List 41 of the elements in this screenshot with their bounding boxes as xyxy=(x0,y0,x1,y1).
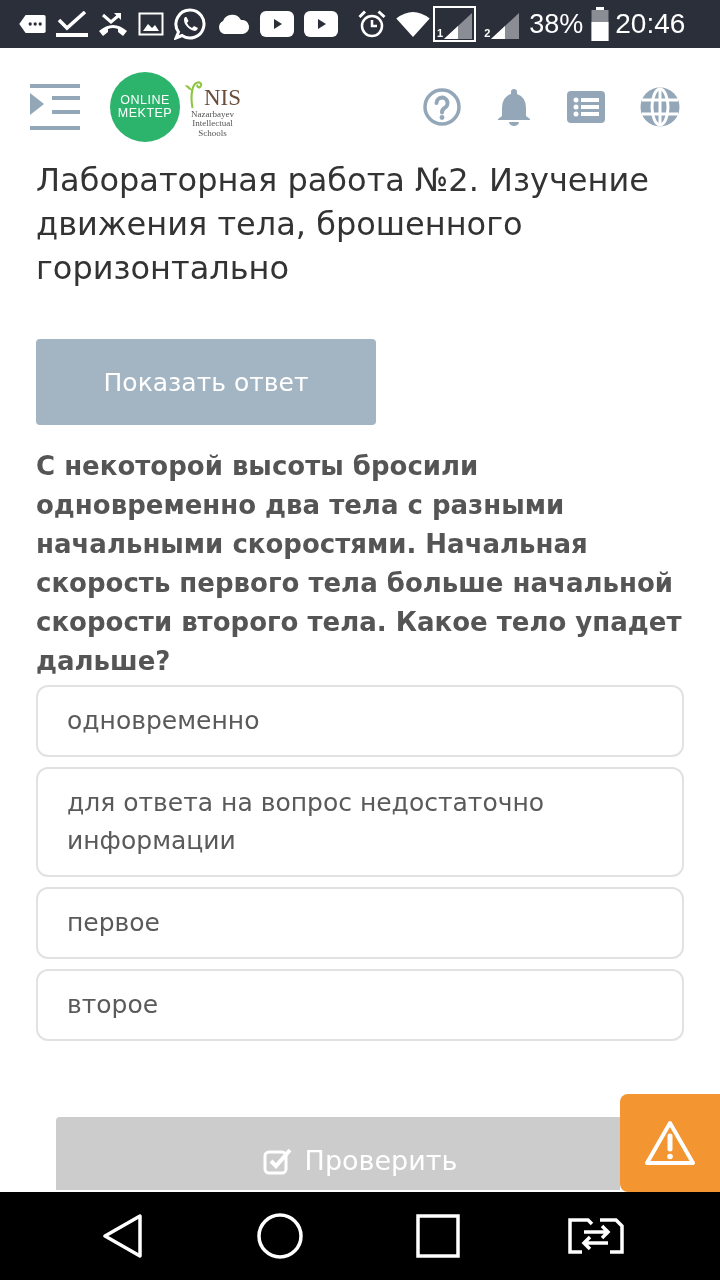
checkbox-icon xyxy=(262,1146,293,1175)
globe-icon[interactable] xyxy=(640,87,680,127)
logo-text: NIS xyxy=(204,85,242,110)
signal-icon xyxy=(491,13,520,39)
help-icon[interactable] xyxy=(423,88,461,126)
clock-time: 20:46 xyxy=(615,8,686,40)
answer-option[interactable]: для ответа на вопрос недостаточно информации xyxy=(36,767,684,877)
answer-option[interactable]: одновременно xyxy=(36,685,684,757)
play-icon xyxy=(304,11,338,37)
sim-number: 2 xyxy=(484,27,491,39)
message-icon xyxy=(18,14,46,34)
missed-call-icon xyxy=(98,11,128,37)
logo-subtitle: Nazarbayev xyxy=(191,109,234,120)
home-icon[interactable] xyxy=(257,1213,303,1259)
logo-text: ONLINE xyxy=(120,94,170,107)
menu-icon[interactable] xyxy=(30,84,80,130)
sim-number: 1 xyxy=(437,27,444,39)
warning-icon xyxy=(644,1120,696,1166)
back-icon[interactable] xyxy=(102,1214,142,1258)
recents-icon[interactable] xyxy=(416,1214,460,1258)
sim-switch-icon[interactable] xyxy=(568,1217,624,1255)
image-icon xyxy=(138,12,164,36)
answer-option[interactable]: второе xyxy=(36,969,684,1041)
answer-option[interactable]: первое xyxy=(36,887,684,959)
alarm-clock-icon xyxy=(358,10,386,38)
download-done-icon xyxy=(56,11,88,37)
bell-icon[interactable] xyxy=(496,88,532,126)
cloud-icon xyxy=(216,13,250,35)
logo-text: MEKTEP xyxy=(117,107,173,120)
wifi-icon xyxy=(396,11,430,37)
list-icon[interactable] xyxy=(567,91,605,123)
battery-icon xyxy=(591,7,610,41)
play-icon xyxy=(260,11,294,37)
chat-phone-icon xyxy=(174,8,206,40)
logo-subtitle: Intellectual xyxy=(192,119,233,129)
question-text: С некоторой высоты бросили одновременно два тела с разными начальными скоростями. Начальная скорость первого тела больше начальной скорости второго тела. Какое тело упадет дальше? xyxy=(36,450,683,678)
page-title: Лабораторная работа №2. Изучение движения тела, брошенного горизонтально xyxy=(36,160,650,289)
logo-subtitle: Schools xyxy=(198,128,227,139)
report-button[interactable] xyxy=(620,1094,720,1192)
signal-icon xyxy=(444,13,473,39)
battery-percent: 38% xyxy=(529,8,584,40)
